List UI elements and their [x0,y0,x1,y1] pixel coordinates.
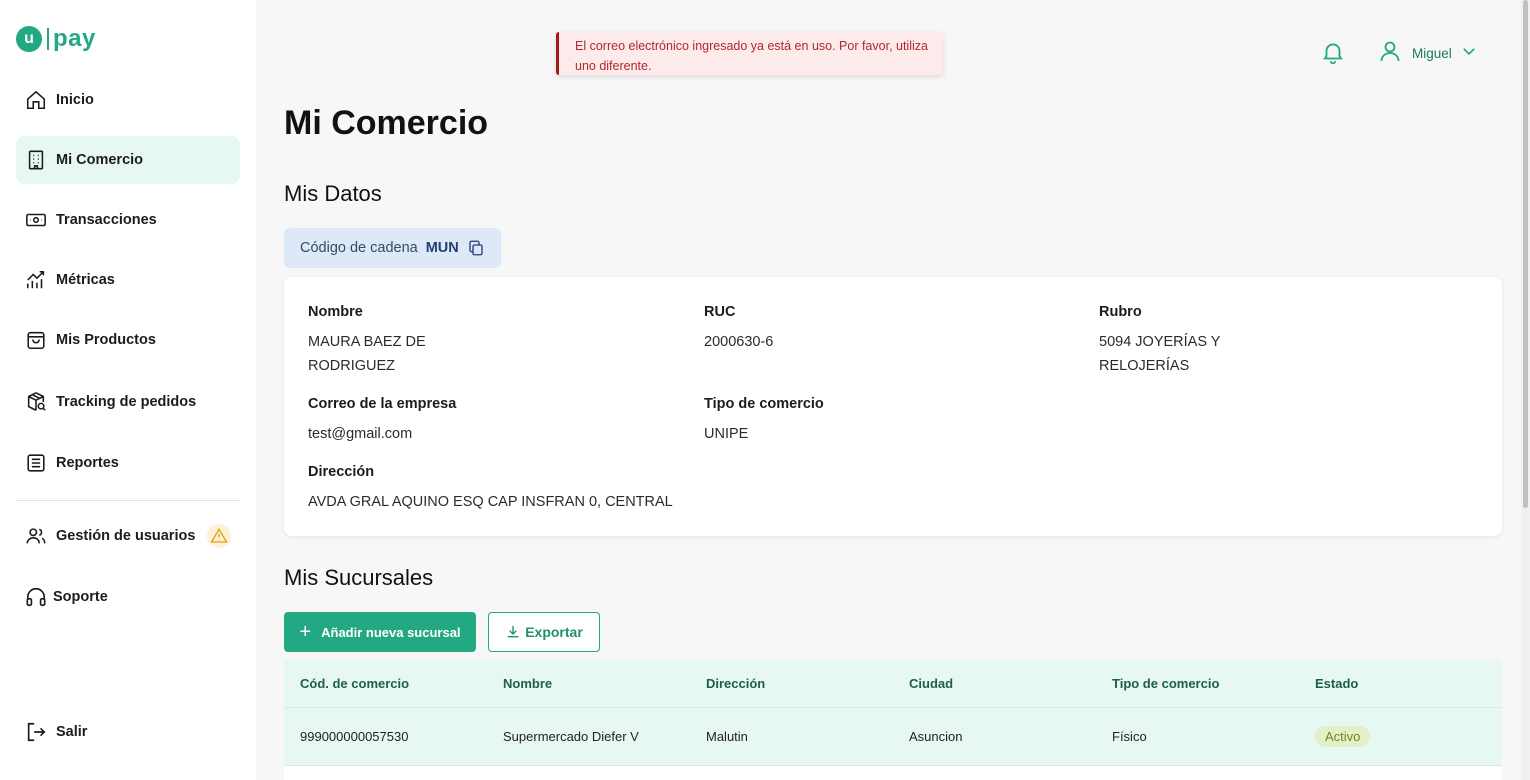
sidebar-item-mi-comercio[interactable]: Mi Comercio [16,136,240,184]
chart-icon [24,268,48,292]
table-cell: Físico [1112,729,1147,744]
field-correo: Correo de la empresa test@gmail.com [308,396,608,446]
field-label: Dirección [308,464,375,480]
users-icon [24,524,48,548]
sidebar-item-salir[interactable]: Salir [16,708,240,756]
building-icon [24,148,48,172]
sidebar-item-inicio[interactable]: Inicio [16,76,240,124]
sidebar-item-label: Gestión de usuarios [56,528,196,544]
sidebar-item-label: Transacciones [56,212,157,228]
field-label: Tipo de comercio [704,396,824,412]
toast-message: El correo electrónico ingresado ya está … [575,39,928,73]
sidebar-item-metricas[interactable]: Métricas [16,256,240,304]
headset-icon [24,585,48,609]
export-button[interactable]: Exportar [488,612,600,652]
sidebar-item-soporte[interactable]: Soporte [16,573,240,621]
plus-icon: + [299,621,312,643]
report-icon [24,451,48,475]
field-value: 5094 JOYERÍAS Y RELOJERÍAS [1099,334,1221,374]
bell-icon[interactable] [1320,39,1346,65]
warning-icon [207,524,232,548]
table-cell: Activo [1299,726,1502,747]
sidebar-item-label: Reportes [56,455,119,471]
package-search-icon [24,390,48,414]
field-tipo-comercio: Tipo de comercio UNIPE [704,396,1004,446]
user-name: Miguel [1412,45,1452,61]
field-ruc: RUC 2000630-6 [704,304,1004,354]
merchant-details-card: Nombre MAURA BAEZ DE RODRIGUEZ RUC 20006… [284,277,1502,536]
user-icon [1378,39,1402,67]
user-menu[interactable]: Miguel [1378,40,1478,66]
table-row [284,766,1502,780]
sidebar-item-label: Métricas [56,272,115,288]
field-label: Rubro [1099,304,1142,320]
page-title: Mi Comercio [284,104,489,142]
field-value: UNIPE [704,426,749,442]
column-header[interactable]: Cód. de comercio [284,676,487,691]
field-value: MAURA BAEZ DE RODRIGUEZ [308,334,426,374]
section-title-mis-datos: Mis Datos [284,181,382,206]
table-header: Cód. de comercio Nombre Dirección Ciudad… [284,660,1502,708]
sidebar-item-label: Inicio [56,92,94,108]
sidebar-item-reportes[interactable]: Reportes [16,439,240,487]
column-header[interactable]: Tipo de comercio [1096,676,1299,691]
sidebar-item-label: Mis Productos [56,332,156,348]
chain-code-value: MUN [425,240,459,256]
table-cell: Asuncion [909,729,963,744]
field-label: Correo de la empresa [308,396,457,412]
branches-table: Cód. de comercio Nombre Dirección Ciudad… [284,660,1502,780]
scrollbar-thumb[interactable] [1523,0,1528,508]
field-direccion: Dirección AVDA GRAL AQUINO ESQ CAP INSFR… [308,464,908,514]
sidebar-item-mis-productos[interactable]: Mis Productos [16,316,240,364]
table-row[interactable]: 999000000057530 Supermercado Diefer V Ma… [284,708,1502,766]
sidebar-divider [16,500,240,501]
download-icon [507,626,519,638]
column-header[interactable]: Estado [1299,676,1502,691]
scrollbar[interactable] [1521,0,1530,780]
money-icon [24,208,48,232]
sidebar-item-tracking[interactable]: Tracking de pedidos [16,378,240,426]
sidebar: u pay Inicio Mi Comercio Transacciones M… [0,0,256,780]
field-value: test@gmail.com [308,426,413,442]
export-label: Exportar [525,624,583,640]
error-toast: El correo electrónico ingresado ya está … [556,32,943,75]
add-branch-button[interactable]: + Añadir nueva sucursal [284,612,476,652]
section-title-mis-sucursales: Mis Sucursales [284,565,434,590]
sidebar-item-label: Tracking de pedidos [56,394,197,410]
logo-separator [47,28,49,50]
chevron-down-icon [1460,42,1478,64]
table-cell: 999000000057530 [300,729,409,744]
column-header[interactable]: Ciudad [893,676,1096,691]
field-value: 2000630-6 [704,334,774,350]
sidebar-item-label: Soporte [53,589,108,605]
status-badge: Activo [1315,726,1371,747]
logo-text: pay [53,25,96,52]
table-cell: Malutin [706,729,748,744]
sidebar-item-label: Salir [56,724,88,740]
logo-badge: u [16,26,42,52]
field-nombre: Nombre MAURA BAEZ DE RODRIGUEZ [308,304,478,378]
sidebar-item-transacciones[interactable]: Transacciones [16,196,240,244]
logout-icon [24,720,48,744]
sidebar-item-label: Mi Comercio [56,152,144,168]
column-header[interactable]: Dirección [690,676,893,691]
bag-icon [24,328,48,352]
field-value: AVDA GRAL AQUINO ESQ CAP INSFRAN 0, CENT… [308,494,673,510]
field-label: RUC [704,304,736,320]
field-rubro: Rubro 5094 JOYERÍAS Y RELOJERÍAS [1099,304,1269,378]
copy-icon[interactable] [467,239,485,257]
table-cell: Supermercado Diefer V [503,729,639,744]
home-icon [24,88,48,112]
add-branch-label: Añadir nueva sucursal [321,624,461,640]
column-header[interactable]: Nombre [487,676,690,691]
field-label: Nombre [308,304,363,320]
sidebar-item-gestion-usuarios[interactable]: Gestión de usuarios [16,512,240,560]
upay-logo[interactable]: u pay [16,25,96,53]
chain-code-label: Código de cadena [300,240,418,256]
chain-code-chip: Código de cadena MUN [284,228,501,268]
